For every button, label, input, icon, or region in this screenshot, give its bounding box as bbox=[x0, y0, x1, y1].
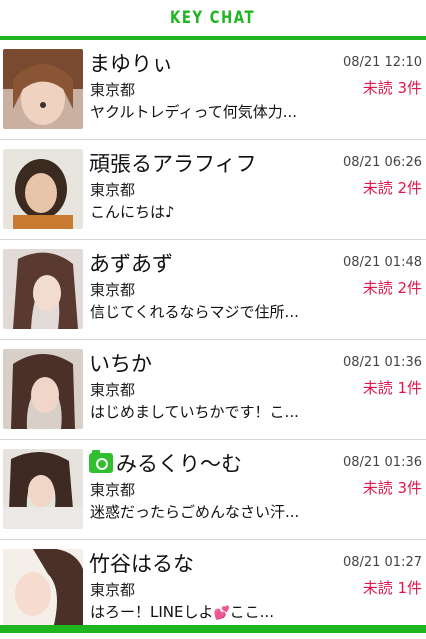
chat-row[interactable]: まゆりぃ 東京都 ヤクルトレディって何気体力... 08/21 12:10 未読… bbox=[0, 40, 426, 140]
message-date: 08/21 01:48 bbox=[342, 255, 422, 270]
contact-name: 竹谷はるな bbox=[89, 552, 194, 576]
avatar bbox=[3, 549, 83, 629]
contact-name: みるくり〜む bbox=[89, 448, 242, 478]
chat-row[interactable]: いちか 東京都 はじめましていちかです！こ... 08/21 01:36 未読 … bbox=[0, 340, 426, 440]
avatar bbox=[3, 149, 83, 229]
message-preview: はろー！LINEしよ💕ここ... bbox=[90, 603, 274, 621]
message-date: 08/21 01:36 bbox=[342, 455, 422, 470]
unread-badge: 未読 1件 bbox=[362, 579, 422, 597]
contact-region: 東京都 bbox=[90, 481, 136, 499]
message-preview: ヤクルトレディって何気体力... bbox=[90, 103, 298, 121]
avatar bbox=[3, 449, 83, 529]
app-title: KEY CHAT bbox=[170, 8, 256, 28]
message-preview: 迷惑だったらごめんなさい汗... bbox=[90, 503, 300, 521]
bottom-bar bbox=[0, 625, 426, 633]
message-date: 08/21 12:10 bbox=[342, 55, 422, 70]
contact-region: 東京都 bbox=[90, 81, 136, 99]
avatar bbox=[3, 249, 83, 329]
unread-badge: 未読 2件 bbox=[362, 279, 422, 297]
contact-name: あずあず bbox=[89, 252, 173, 276]
message-date: 08/21 01:36 bbox=[342, 355, 422, 370]
unread-badge: 未読 3件 bbox=[362, 479, 422, 497]
unread-badge: 未読 2件 bbox=[362, 179, 422, 197]
heart-icon: 💕 bbox=[213, 606, 230, 621]
app-header: KEY CHAT bbox=[0, 0, 426, 40]
avatar bbox=[3, 49, 83, 129]
chat-row[interactable]: あずあず 東京都 信じてくれるならマジで住所... 08/21 01:48 未読… bbox=[0, 240, 426, 340]
contact-region: 東京都 bbox=[90, 381, 136, 399]
contact-name: 頑張るアラフィフ bbox=[89, 152, 257, 176]
chat-row[interactable]: みるくり〜む 東京都 迷惑だったらごめんなさい汗... 08/21 01:36 … bbox=[0, 440, 426, 540]
unread-badge: 未読 3件 bbox=[362, 79, 422, 97]
contact-region: 東京都 bbox=[90, 581, 136, 599]
message-date: 08/21 01:27 bbox=[342, 555, 422, 570]
contact-region: 東京都 bbox=[90, 181, 136, 199]
message-preview: はじめましていちかです！こ... bbox=[90, 403, 299, 421]
contact-region: 東京都 bbox=[90, 281, 136, 299]
chat-row[interactable]: 頑張るアラフィフ 東京都 こんにちは♪ 08/21 06:26 未読 2件 bbox=[0, 140, 426, 240]
contact-name: まゆりぃ bbox=[89, 52, 173, 76]
unread-badge: 未読 1件 bbox=[362, 379, 422, 397]
camera-icon bbox=[89, 450, 113, 473]
message-preview: 信じてくれるならマジで住所... bbox=[90, 303, 299, 321]
chat-list: まゆりぃ 東京都 ヤクルトレディって何気体力... 08/21 12:10 未読… bbox=[0, 40, 426, 639]
contact-name: いちか bbox=[89, 352, 152, 376]
message-date: 08/21 06:26 bbox=[342, 155, 422, 170]
avatar bbox=[3, 349, 83, 429]
message-preview: こんにちは♪ bbox=[90, 203, 175, 221]
